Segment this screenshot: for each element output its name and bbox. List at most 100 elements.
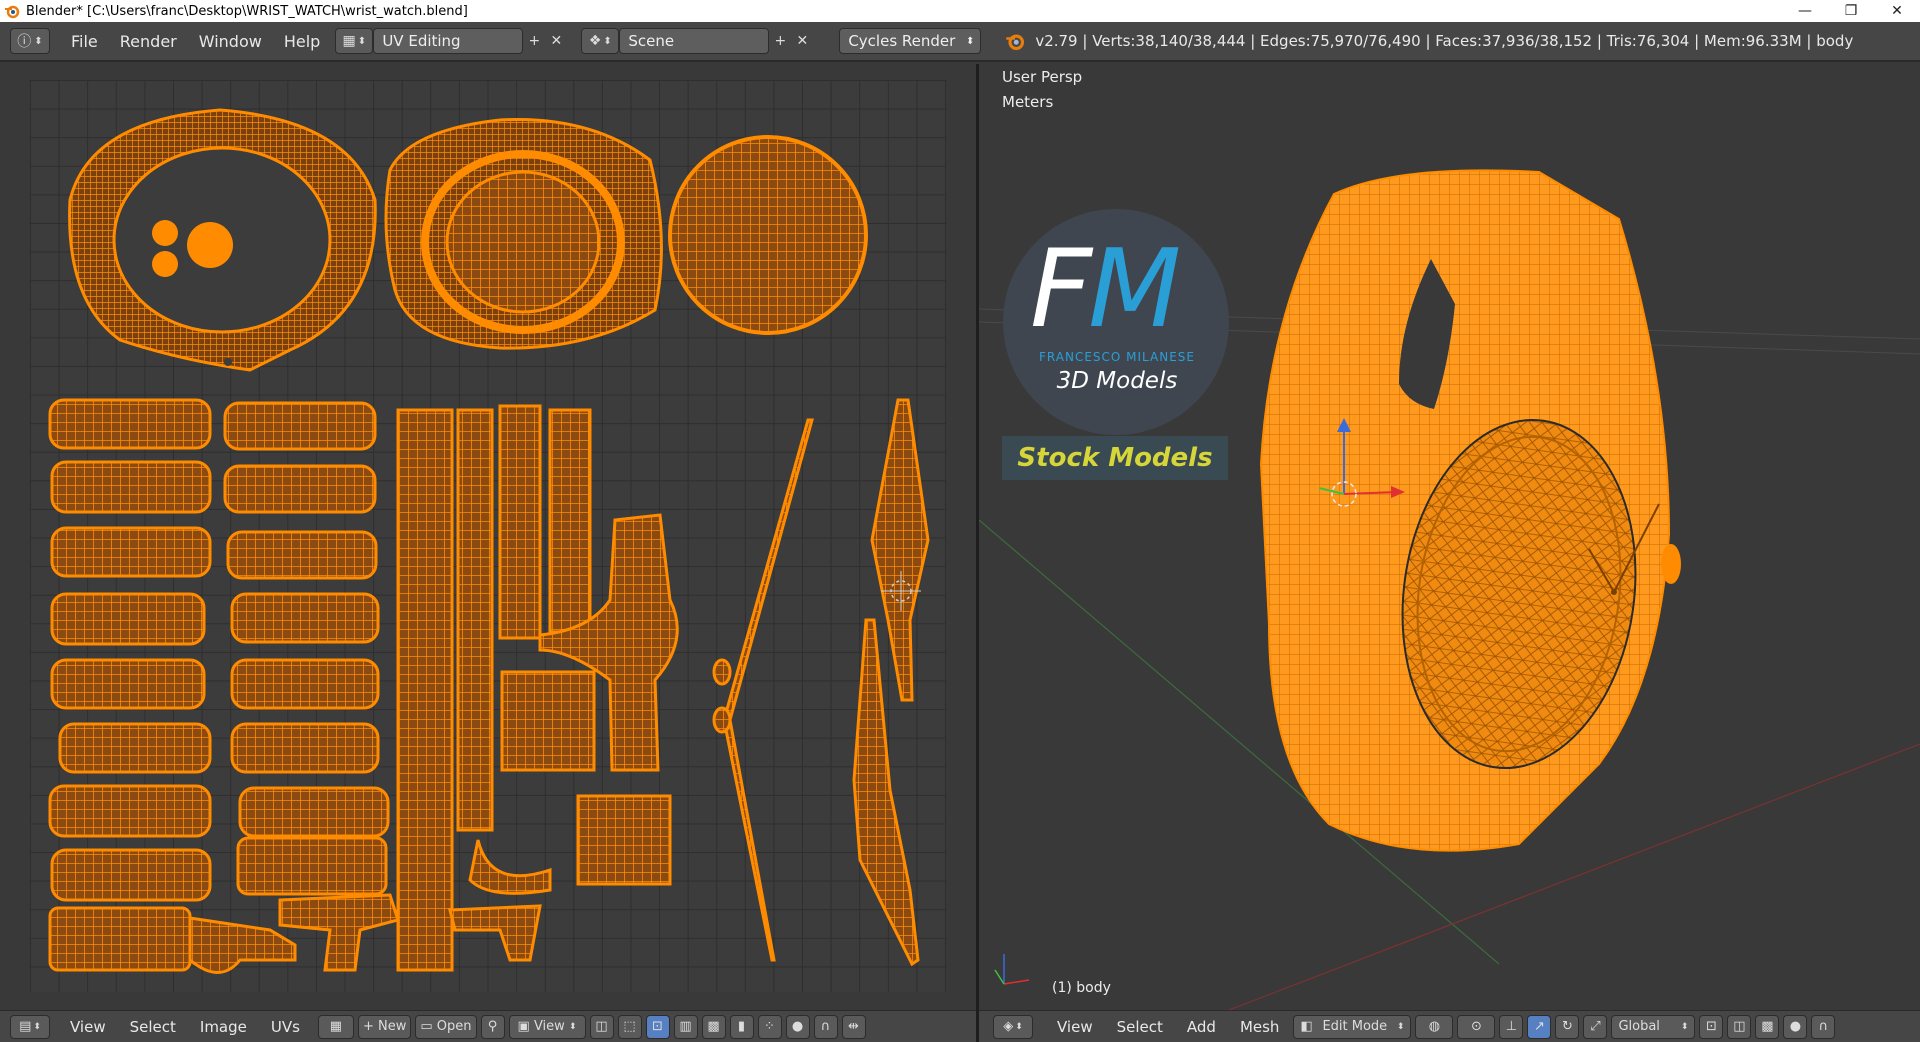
menu-help[interactable]: Help (273, 32, 331, 51)
scene-field[interactable]: Scene (619, 28, 770, 54)
screen-layout-field[interactable]: UV Editing (373, 28, 524, 54)
remove-screen-button[interactable]: ✕ (545, 30, 567, 52)
open-label: Open (436, 1019, 472, 1034)
uv-editor-type-button[interactable]: ▤ ⬍ (10, 1014, 50, 1039)
mode-label: Edit Mode (1322, 1019, 1388, 1034)
view-mode-dropdown[interactable]: ▣ View ⬍ (508, 1014, 586, 1039)
edge-icon: ◫ (1733, 1019, 1746, 1034)
uv-menu-image[interactable]: Image (188, 1018, 259, 1036)
scene-icon: ❖ (588, 33, 602, 49)
logo-f: F (1030, 227, 1092, 352)
pivot-point-dropdown[interactable]: ⊙ (1457, 1014, 1496, 1039)
open-image-button[interactable]: ▭ Open (415, 1014, 477, 1039)
vp-menu-view[interactable]: View (1045, 1018, 1105, 1036)
vp-menu-mesh[interactable]: Mesh (1228, 1018, 1292, 1036)
vp-proportional-edit-button[interactable]: ● (1783, 1014, 1808, 1039)
pivot-icon: ⊙ (1470, 1019, 1482, 1034)
magnet-icon: ∩ (820, 1019, 831, 1034)
edge-select-button[interactable]: ▥ (673, 1014, 698, 1039)
face-select-mode-button[interactable]: ▩ (1755, 1014, 1780, 1039)
mode-dropdown[interactable]: ◧ Edit Mode ⬍ (1293, 1014, 1412, 1039)
proportional-edit-button[interactable]: ● (785, 1014, 810, 1039)
manipulator-icon: ⊥ (1505, 1019, 1518, 1034)
viewport-editor-type-button[interactable]: ◈ ⬍ (993, 1014, 1033, 1039)
vertex-icon: ⊡ (652, 1019, 663, 1034)
uv-menu-view[interactable]: View (58, 1018, 118, 1036)
edge-select-mode-button[interactable]: ◫ (1727, 1014, 1752, 1039)
remove-scene-button[interactable]: ✕ (791, 30, 813, 52)
menu-file[interactable]: File (60, 32, 109, 51)
uv-menu-select[interactable]: Select (118, 1018, 188, 1036)
translate-manipulator-button[interactable]: ↗ (1527, 1014, 1552, 1039)
spin-icon: ⬍ (1015, 1021, 1023, 1032)
spin-icon: ⬍ (34, 35, 43, 47)
select-mode-button[interactable]: ⬚ (617, 1014, 642, 1039)
remove-icon: ✕ (550, 33, 563, 49)
proportional-icon: ● (791, 1019, 804, 1034)
editor-type-button[interactable]: ⓘ ⬍ (10, 28, 50, 54)
new-label: New (377, 1019, 407, 1034)
info-header: ⓘ ⬍ File Render Window Help ▦ ⬍ UV Editing… (0, 22, 1920, 62)
uv-menu-uvs[interactable]: UVs (259, 1018, 312, 1036)
layout-icon: ▦ (342, 33, 356, 49)
uv-island-case-front[interactable] (384, 118, 663, 350)
vp-menu-add[interactable]: Add (1175, 1018, 1228, 1036)
island-icon: ▮ (737, 1019, 746, 1034)
manipulator-toggle[interactable]: ⊥ (1499, 1014, 1524, 1039)
sticky-icon: ⁘ (764, 1019, 775, 1034)
dropdown-icon: ⬍ (1680, 1021, 1689, 1032)
uv-grid-canvas[interactable] (30, 80, 946, 992)
add-screen-button[interactable]: + (523, 30, 545, 52)
viewport-scene[interactable] (979, 64, 1920, 1010)
uv-islands[interactable] (30, 80, 946, 992)
watch-mesh-object[interactable] (1259, 169, 1681, 852)
blender-logo-icon (5, 5, 20, 19)
snap-element-button[interactable]: ⇹ (841, 1014, 866, 1039)
uv-island-watch-hands[interactable] (712, 398, 930, 967)
uv-editor-area[interactable] (0, 64, 976, 1010)
close-button[interactable]: ✕ (1874, 0, 1920, 22)
pin-button[interactable]: ⚲ (480, 1014, 505, 1039)
rotate-manipulator-button[interactable]: ↻ (1555, 1014, 1580, 1039)
magnet-icon: ∩ (1818, 1019, 1829, 1034)
face-select-button[interactable]: ▩ (701, 1014, 726, 1039)
folder-icon: ▭ (420, 1019, 433, 1034)
island-select-button[interactable]: ▮ (729, 1014, 754, 1039)
dropdown-icon: ⬍ (1396, 1021, 1405, 1032)
3d-viewport[interactable]: User Persp Meters (1) body (979, 64, 1920, 1010)
orientation-label: Global (1618, 1019, 1660, 1034)
new-image-button[interactable]: + New (357, 1014, 412, 1039)
sticky-select-button[interactable]: ⁘ (757, 1014, 782, 1039)
active-object-label: (1) body (1052, 980, 1111, 996)
window-titlebar: Blender* [C:\Users\franc\Desktop\WRIST_W… (0, 0, 1920, 22)
add-scene-button[interactable]: + (769, 30, 791, 52)
logo-tagline: 3D Models (1056, 368, 1178, 394)
orientation-dropdown[interactable]: Global ⬍ (1611, 1014, 1696, 1039)
render-engine-dropdown[interactable]: Cycles Render ⬍ (839, 28, 982, 54)
scale-manipulator-button[interactable]: ⤢ (1583, 1014, 1608, 1039)
image-browse-button[interactable]: ▦ (317, 1014, 354, 1039)
scene-browse-button[interactable]: ❖ ⬍ (581, 28, 620, 54)
dropdown-icon: ⬍ (568, 1021, 577, 1032)
shading-dropdown[interactable]: ◍ (1415, 1014, 1454, 1039)
restore-icon: ❐ (1844, 3, 1858, 19)
vp-menu-select[interactable]: Select (1105, 1018, 1175, 1036)
edit-mode-icon: ◧ (1300, 1019, 1313, 1034)
face-icon: ▩ (707, 1019, 720, 1034)
pin-icon: ⚲ (487, 1019, 498, 1034)
window-title: Blender* [C:\Users\franc\Desktop\WRIST_W… (26, 3, 468, 19)
uv-island-strap-links[interactable] (48, 398, 390, 972)
restore-button[interactable]: ❐ (1828, 0, 1874, 22)
screen-layout-browse-button[interactable]: ▦ ⬍ (335, 28, 374, 54)
snap-button[interactable]: ∩ (813, 1014, 838, 1039)
vertex-select-button[interactable]: ⊡ (645, 1014, 670, 1039)
vertex-select-mode-button[interactable]: ⊡ (1699, 1014, 1724, 1039)
uv-island-crystal[interactable] (668, 135, 868, 335)
vp-snap-button[interactable]: ∩ (1811, 1014, 1836, 1039)
menu-render[interactable]: Render (109, 32, 188, 51)
menu-window[interactable]: Window (188, 32, 273, 51)
stock-models-banner: Stock Models (1002, 436, 1228, 480)
pivot-button[interactable]: ◫ (589, 1014, 614, 1039)
uv-island-case-back[interactable] (68, 108, 377, 372)
minimize-button[interactable]: — (1782, 0, 1828, 22)
